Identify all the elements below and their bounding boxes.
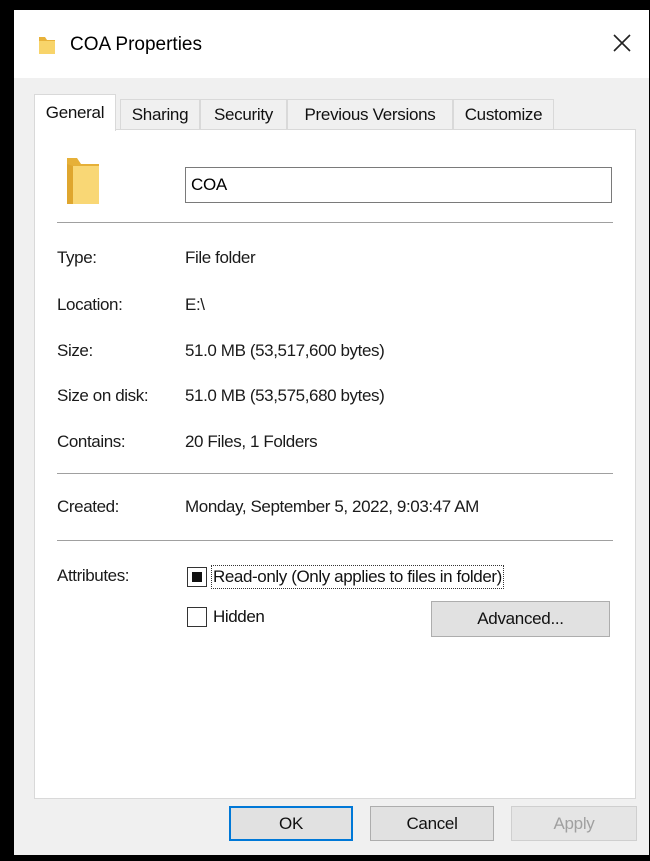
size-on-disk-value: 51.0 MB (53,575,680 bytes) <box>185 386 385 405</box>
tab-label: Customize <box>464 104 543 124</box>
divider <box>57 540 613 542</box>
close-icon <box>613 34 631 52</box>
readonly-checkbox[interactable] <box>187 567 207 587</box>
advanced-button[interactable]: Advanced... <box>431 601 610 637</box>
close-button[interactable] <box>595 18 649 68</box>
tab-label: General <box>45 103 105 122</box>
hidden-checkbox[interactable] <box>187 607 207 627</box>
properties-dialog: COA Properties General Sharing Security … <box>14 10 649 855</box>
folder-name-input[interactable] <box>185 167 612 203</box>
tab-security[interactable]: Security <box>200 99 287 129</box>
divider <box>57 473 613 475</box>
location-label: Location: <box>57 295 123 314</box>
contains-value: 20 Files, 1 Folders <box>185 432 318 451</box>
ok-button[interactable]: OK <box>229 806 353 841</box>
readonly-label[interactable]: Read-only (Only applies to files in fold… <box>211 565 504 589</box>
tab-label: Previous Versions <box>304 104 436 124</box>
tab-sharing[interactable]: Sharing <box>120 99 200 129</box>
size-value: 51.0 MB (53,517,600 bytes) <box>185 341 385 360</box>
folder-icon <box>65 154 101 211</box>
contains-label: Contains: <box>57 432 126 451</box>
location-value: E:\ <box>185 295 205 314</box>
tab-label: Sharing <box>131 104 189 124</box>
tab-general[interactable]: General <box>34 94 116 131</box>
general-panel: Type: File folder Location: E:\ Size: 51… <box>34 129 636 799</box>
apply-button-label: Apply <box>553 813 595 833</box>
ok-button-label: OK <box>279 813 303 833</box>
size-label: Size: <box>57 341 93 360</box>
tab-previous-versions[interactable]: Previous Versions <box>287 99 453 129</box>
advanced-button-label: Advanced... <box>477 609 564 628</box>
hidden-label[interactable]: Hidden <box>213 607 265 627</box>
folder-icon <box>38 35 56 60</box>
cancel-button-label: Cancel <box>406 813 458 833</box>
cancel-button[interactable]: Cancel <box>370 806 494 841</box>
size-on-disk-label: Size on disk: <box>57 386 149 405</box>
attributes-label: Attributes: <box>57 566 130 585</box>
tab-label: Security <box>213 104 273 124</box>
window-title: COA Properties <box>70 34 202 55</box>
title-bar: COA Properties <box>14 10 649 78</box>
created-label: Created: <box>57 497 120 516</box>
tab-customize[interactable]: Customize <box>453 99 554 129</box>
apply-button[interactable]: Apply <box>511 806 637 841</box>
created-value: Monday, September 5, 2022, 9:03:47 AM <box>185 497 479 516</box>
type-label: Type: <box>57 248 97 267</box>
type-value: File folder <box>185 248 256 267</box>
divider <box>57 222 613 224</box>
